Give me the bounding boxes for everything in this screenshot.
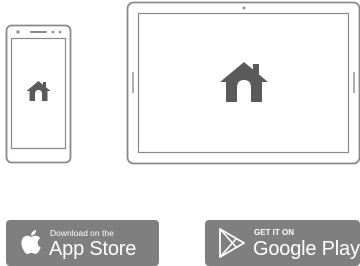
app-store-badge[interactable]: Download on the App Store (6, 220, 159, 266)
app-store-badge-line2: App Store (49, 238, 137, 260)
tablet-device (126, 1, 360, 165)
home-icon (26, 81, 51, 101)
google-play-logo-icon (219, 228, 245, 258)
apple-logo-icon (21, 230, 41, 254)
home-icon (220, 62, 268, 102)
google-play-badge-line1: GET IT ON (254, 228, 294, 237)
phone-device (5, 24, 72, 164)
google-play-badge-line2: Google Play (253, 238, 360, 260)
google-play-badge[interactable]: GET IT ON Google Play (205, 220, 360, 266)
app-store-badge-line1: Download on the (50, 228, 114, 238)
